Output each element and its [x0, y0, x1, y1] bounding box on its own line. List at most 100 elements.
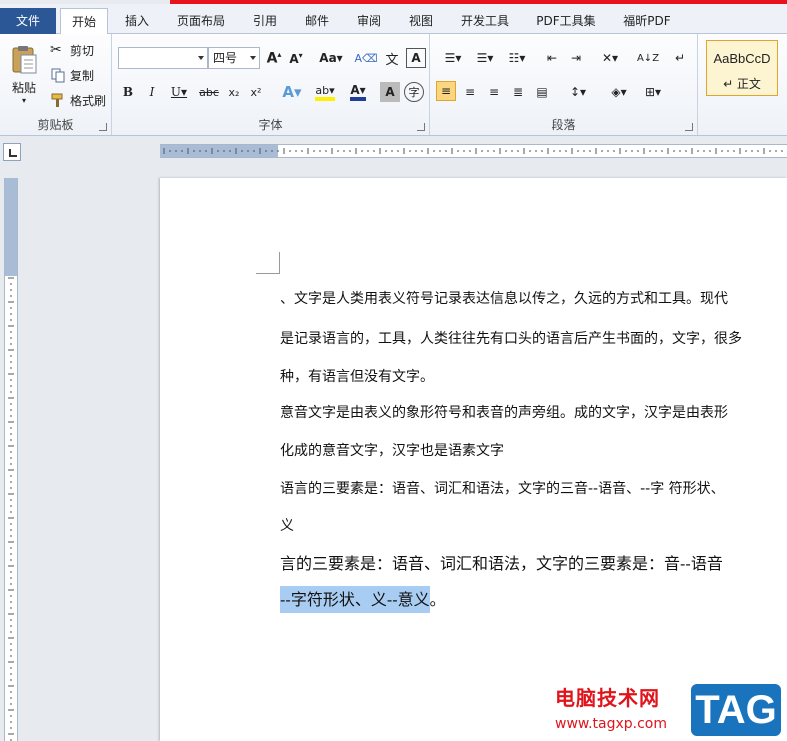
underline-button[interactable]: U▾: [166, 82, 192, 102]
clipboard-dialog-launcher[interactable]: [99, 123, 107, 131]
chinese-layout-button[interactable]: ✕▾: [596, 48, 624, 68]
font-size-combo[interactable]: 四号: [208, 47, 260, 69]
document-line-9[interactable]: --字符形状、义--意义。: [280, 586, 446, 613]
borders-icon: ⊞▾: [644, 85, 662, 99]
copy-icon: [51, 68, 65, 83]
text-effects-button[interactable]: A▾: [278, 82, 306, 102]
align-left-icon: ≡: [440, 84, 452, 98]
character-shading-button[interactable]: A: [380, 82, 400, 102]
multilevel-list-button[interactable]: ☷▾: [502, 48, 532, 68]
style-sample-text: AaBbCcD: [713, 51, 771, 66]
format-painter-button[interactable]: 格式刷: [50, 90, 106, 110]
document-line-3[interactable]: 种，有语言但没有文字。: [280, 366, 434, 386]
tab-view[interactable]: 视图: [398, 8, 444, 34]
tab-insert[interactable]: 插入: [114, 8, 160, 34]
strikethrough-button[interactable]: abc: [198, 82, 220, 102]
vertical-ruler-top-margin: [5, 178, 17, 276]
watermark-badge: TAG: [691, 684, 781, 736]
text-boundary-corner: [256, 252, 280, 274]
highlight-color-button[interactable]: ab▾: [310, 82, 340, 102]
paste-dropdown-icon[interactable]: ▾: [22, 96, 26, 105]
style-normal[interactable]: AaBbCcD ↵ 正文: [706, 40, 778, 96]
italic-button[interactable]: I: [142, 82, 162, 102]
bullets-button[interactable]: ☰▾: [438, 48, 468, 68]
line-spacing-icon: ↕▾: [569, 85, 587, 99]
align-center-icon: ≡: [464, 85, 476, 99]
document-line-6[interactable]: 语言的三要素是：语音、词汇和语法，文字的三音--语音、--字 符形状、: [280, 478, 725, 498]
underline-icon: U▾: [170, 85, 188, 99]
font-color-button[interactable]: A▾: [344, 82, 372, 102]
document-line-4[interactable]: 意音文字是由表义的象形符号和表音的声旁组。成的文字，汉字是由表形: [280, 402, 728, 422]
clear-formatting-button[interactable]: A⌫: [354, 48, 377, 68]
superscript-button[interactable]: x²: [246, 82, 266, 102]
character-border-icon: A: [411, 51, 421, 65]
ribbon-tab-bar: 文件 开始 插入 页面布局 引用 邮件 审阅 视图 开发工具 PDF工具集 福昕…: [0, 4, 787, 35]
strikethrough-icon: abc: [199, 85, 219, 99]
tab-review[interactable]: 审阅: [346, 8, 392, 34]
format-painter-label: 格式刷: [70, 93, 107, 108]
paste-button[interactable]: 粘贴 ▾: [4, 38, 44, 110]
selected-text[interactable]: --字符形状、义--意义: [280, 586, 430, 613]
document-line-5[interactable]: 化成的意音文字，汉字也是语素文字: [280, 440, 504, 460]
align-left-button[interactable]: ≡: [436, 81, 456, 101]
font-group: 四号 A▴ A▾ Aa▾ A⌫ 文 A B I U▾ abc x₂ x² A▾ …: [112, 34, 430, 135]
bold-button[interactable]: B: [118, 82, 138, 102]
bullets-icon: ☰▾: [444, 51, 462, 65]
grow-font-button[interactable]: A▴: [264, 48, 284, 68]
tab-page-layout[interactable]: 页面布局: [168, 8, 234, 34]
clipboard-group: 粘贴 ▾ ✂ 剪切 复制 格式刷 剪贴板: [0, 34, 112, 135]
tab-file[interactable]: 文件: [0, 8, 56, 34]
change-case-button[interactable]: Aa▾: [316, 48, 346, 68]
borders-button[interactable]: ⊞▾: [638, 82, 668, 102]
copy-button[interactable]: 复制: [50, 65, 94, 85]
tab-home[interactable]: 开始: [60, 8, 108, 35]
increase-indent-button[interactable]: ⇥: [566, 48, 586, 68]
decrease-indent-button[interactable]: ⇤: [542, 48, 562, 68]
watermark-text: 电脑技术网: [555, 686, 660, 710]
line-spacing-button[interactable]: ↕▾: [564, 82, 592, 102]
paragraph-dialog-launcher[interactable]: [685, 123, 693, 131]
subscript-button[interactable]: x₂: [224, 82, 244, 102]
numbering-button[interactable]: ☰▾: [470, 48, 500, 68]
document-line-2[interactable]: 是记录语言的，工具，人类往往先有口头的语言后产生书面的，文字，很多: [280, 328, 742, 348]
horizontal-ruler[interactable]: [160, 144, 787, 158]
paste-icon: [12, 46, 37, 74]
shrink-font-button[interactable]: A▾: [286, 48, 306, 68]
sort-button[interactable]: A↓Z: [637, 48, 659, 68]
document-line-7[interactable]: 义: [280, 515, 294, 535]
document-line-1[interactable]: 、文字是人类用表义符号记录表达信息以传之，久远的方式和工具。现代: [280, 288, 728, 308]
document-line-8[interactable]: 言的三要素是：语音、词汇和语法，文字的三要素是：音--语音: [280, 550, 723, 574]
tab-pdf-tools[interactable]: PDF工具集: [528, 8, 604, 34]
font-group-label: 字体: [258, 118, 283, 132]
phonetic-guide-button[interactable]: 文: [382, 48, 402, 68]
character-border-button[interactable]: A: [406, 48, 426, 68]
increase-indent-icon: ⇥: [570, 51, 582, 65]
multilevel-list-icon: ☷▾: [508, 51, 526, 65]
distributed-button[interactable]: ▤: [532, 82, 552, 102]
align-right-button[interactable]: ≡: [484, 82, 504, 102]
character-shading-icon: A: [385, 85, 395, 99]
clipboard-group-label: 剪贴板: [37, 118, 74, 132]
font-color-icon: A▾: [350, 83, 366, 101]
justify-icon: ≣: [512, 85, 524, 99]
cut-button[interactable]: ✂ 剪切: [50, 40, 94, 60]
tab-references[interactable]: 引用: [242, 8, 288, 34]
justify-button[interactable]: ≣: [508, 82, 528, 102]
tab-developer[interactable]: 开发工具: [452, 8, 518, 34]
chinese-layout-icon: ✕▾: [601, 51, 619, 65]
ribbon: 粘贴 ▾ ✂ 剪切 复制 格式刷 剪贴板 四号 A▴ A▾ Aa▾ A⌫ 文 A…: [0, 34, 787, 136]
document-page[interactable]: 、文字是人类用表义符号记录表达信息以传之，久远的方式和工具。现代 是记录语言的，…: [160, 178, 787, 741]
tab-mailings[interactable]: 邮件: [294, 8, 340, 34]
vertical-ruler[interactable]: [4, 178, 18, 741]
shading-button[interactable]: ◈▾: [604, 82, 634, 102]
align-center-button[interactable]: ≡: [460, 82, 480, 102]
cut-label: 剪切: [70, 43, 95, 58]
enclose-characters-button[interactable]: 字: [404, 82, 424, 102]
tab-foxit-pdf[interactable]: 福昕PDF: [614, 8, 680, 34]
site-watermark: 电脑技术网 www.tagxp.com TAG: [555, 682, 787, 741]
distributed-icon: ▤: [536, 85, 548, 99]
tab-selector[interactable]: [3, 143, 21, 161]
font-name-combo[interactable]: [118, 47, 208, 69]
font-dialog-launcher[interactable]: [417, 123, 425, 131]
show-marks-button[interactable]: ↵: [670, 48, 690, 68]
